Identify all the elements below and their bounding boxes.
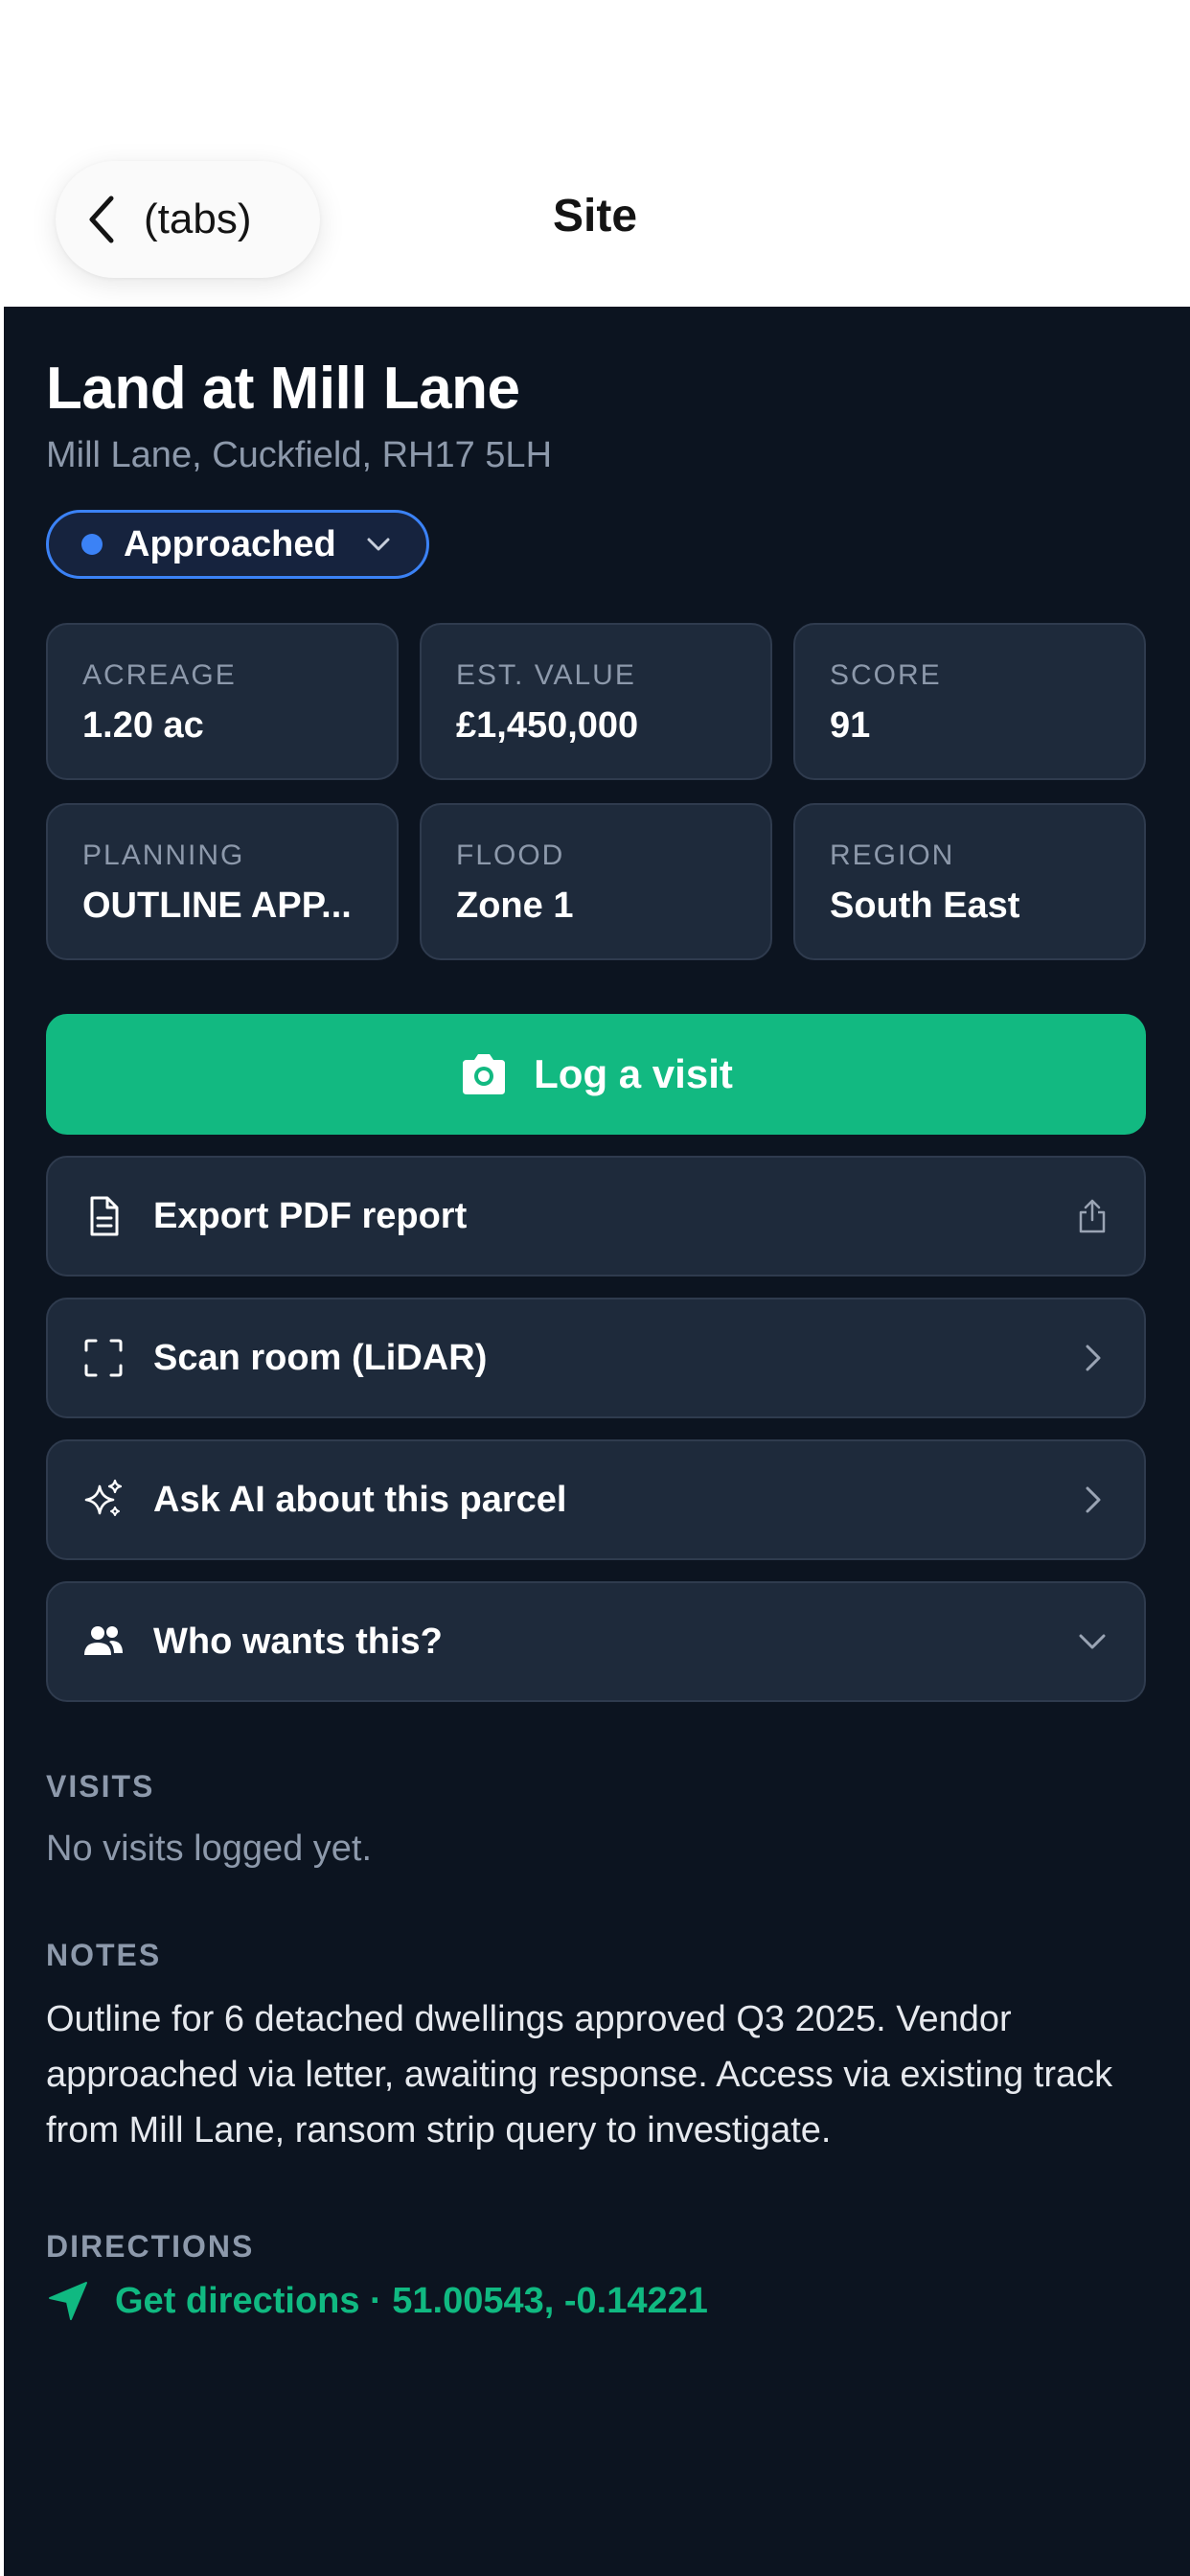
status-label: Approached [124,523,336,564]
who-wants-this-label: Who wants this? [153,1621,443,1662]
users-icon [84,1626,123,1655]
sparkles-icon [84,1479,123,1516]
log-visit-label: Log a visit [534,1051,733,1096]
navigation-arrow-icon [49,2282,87,2320]
status-dropdown[interactable]: Approached [46,510,429,579]
stat-value: 1.20 ac [82,705,204,746]
stat-value: £1,450,000 [456,705,639,746]
stat-card-est-value: EST. VALUE £1,450,000 [420,623,772,780]
status-dot [81,534,103,555]
get-directions-link[interactable]: Get directions · 51.00543, -0.14221 [46,2279,708,2323]
export-pdf-label: Export PDF report [153,1195,468,1236]
who-wants-this-button[interactable]: Who wants this? [46,1581,1146,1702]
get-directions-label: Get directions · 51.00543, -0.14221 [115,2280,708,2321]
log-visit-button[interactable]: Log a visit [46,1014,1146,1135]
notes-heading: NOTES [46,1938,162,1972]
navigation-bar: (tabs) Site [0,0,1190,307]
stat-value: Zone 1 [456,886,574,926]
stat-value: 91 [830,705,871,746]
stat-value: OUTLINE APP... [82,886,352,926]
stat-card-region: REGION South East [793,803,1146,960]
chevron-down-icon [367,538,390,551]
stat-card-acreage: ACREAGE 1.20 ac [46,623,399,780]
stat-label: SCORE [830,659,942,691]
stat-label: PLANNING [82,840,245,871]
site-address: Mill Lane, Cuckfield, RH17 5LH [46,435,553,475]
site-detail-screen: Land at Mill Lane Mill Lane, Cuckfield, … [4,307,1190,2576]
site-title: Land at Mill Lane [46,356,520,422]
directions-heading: DIRECTIONS [46,2229,255,2264]
visits-heading: VISITS [46,1769,155,1804]
stat-card-flood: FLOOD Zone 1 [420,803,772,960]
stat-label: REGION [830,840,955,871]
scan-room-label: Scan room (LiDAR) [153,1337,488,1378]
scan-room-button[interactable]: Scan room (LiDAR) [46,1298,1146,1418]
chevron-right-icon [1086,1486,1101,1513]
camera-icon [463,1054,506,1094]
scan-frame-icon [84,1339,123,1377]
notes-text: Outline for 6 detached dwellings approve… [46,1999,1113,2150]
share-icon [1079,1199,1106,1233]
chevron-right-icon [1086,1345,1101,1371]
stat-label: ACREAGE [82,659,237,691]
stat-label: FLOOD [456,840,565,871]
stat-card-score: SCORE 91 [793,623,1146,780]
chevron-down-icon [1079,1634,1106,1649]
ask-ai-label: Ask AI about this parcel [153,1479,567,1520]
stat-value: South East [830,886,1020,926]
stat-card-planning: PLANNING OUTLINE APP... [46,803,399,960]
ask-ai-button[interactable]: Ask AI about this parcel [46,1439,1146,1560]
stat-label: EST. VALUE [456,659,636,691]
document-icon [90,1196,119,1236]
export-pdf-button[interactable]: Export PDF report [46,1156,1146,1276]
page-title: Site [552,191,638,242]
visits-empty-text: No visits logged yet. [46,1828,373,1869]
